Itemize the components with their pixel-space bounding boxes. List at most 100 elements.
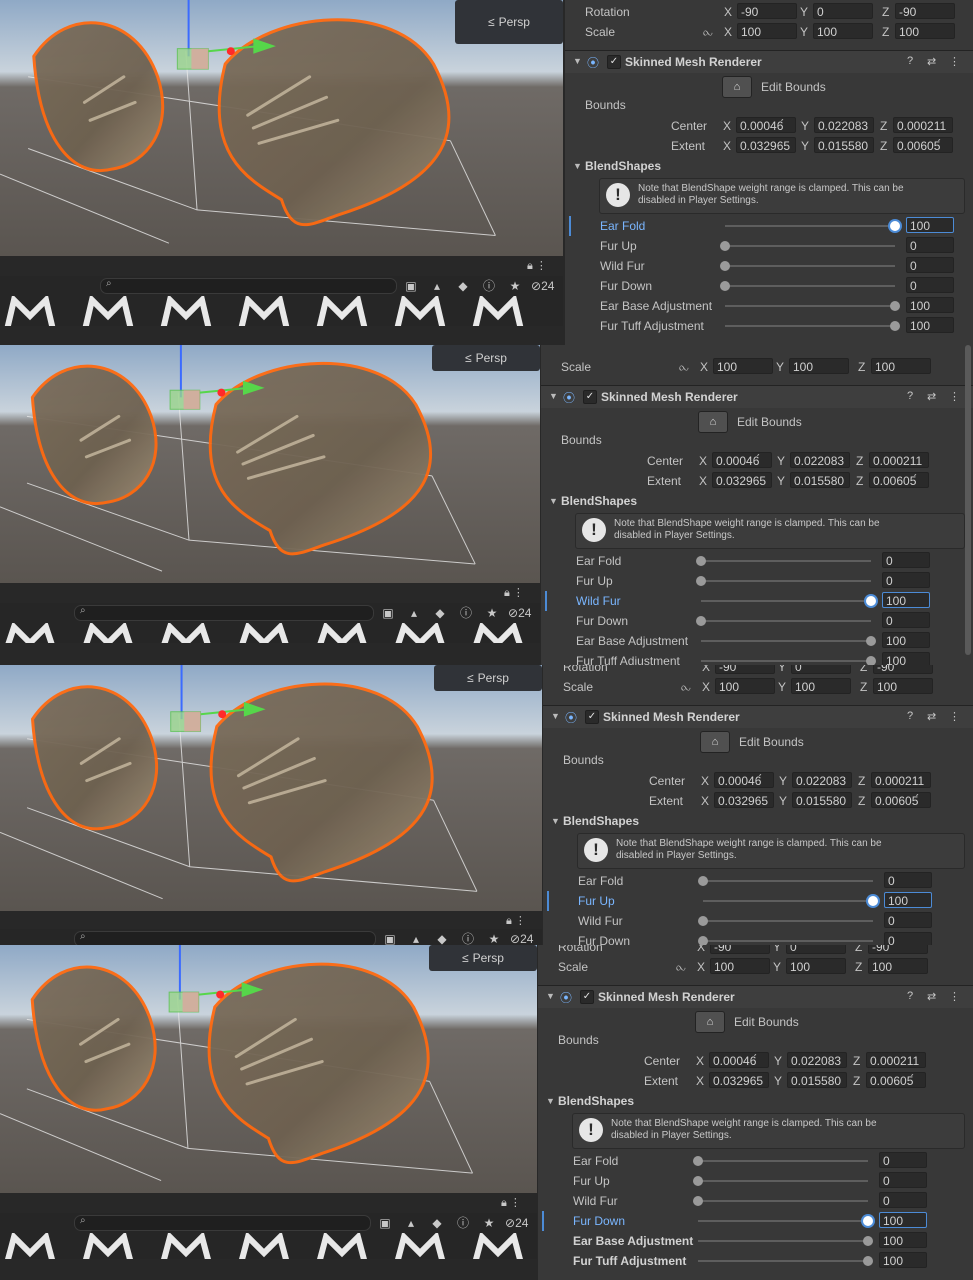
scale-row-x-field[interactable]: 100	[713, 358, 773, 374]
asset-thumbnail[interactable]	[4, 296, 56, 326]
blendshapes-foldout-arrow[interactable]: ▼	[551, 816, 560, 826]
blendshape-value-field[interactable]: 100	[882, 652, 930, 665]
asset-thumbnail[interactable]	[394, 623, 446, 643]
scene-filter-icon[interactable]: ▣	[382, 931, 398, 945]
lock-icon[interactable]: 🔒︎ ⋮	[504, 586, 524, 600]
blendshape-value-field[interactable]: 0	[882, 612, 930, 628]
scene-view[interactable]	[0, 945, 537, 1193]
blendshape-value-field[interactable]: 0	[882, 572, 930, 588]
scale-row-x-field[interactable]: 100	[715, 678, 775, 694]
asset-thumbnail[interactable]	[394, 296, 446, 326]
alert-icon[interactable]: ⓘ	[455, 1215, 471, 1231]
blendshape-row[interactable]: Fur Down 0	[565, 276, 973, 296]
center-row-y-field[interactable]: 0.022083	[790, 452, 850, 468]
blendshape-value-field[interactable]: 0	[879, 1152, 927, 1168]
presets-icon[interactable]: ⇄	[927, 390, 936, 403]
blendshapes-header[interactable]: ▼ BlendShapes	[541, 491, 973, 511]
blendshape-slider-knob[interactable]	[890, 221, 900, 231]
rotation-row-z-field[interactable]: -90	[895, 3, 955, 19]
blendshape-slider-knob[interactable]	[866, 596, 876, 606]
help-icon[interactable]: ?	[907, 390, 913, 402]
blendshape-value-field[interactable]: 0	[879, 1172, 927, 1188]
blendshape-slider-track[interactable]	[725, 265, 895, 267]
asset-thumbnail[interactable]	[82, 296, 134, 326]
link-scale-icon[interactable]: ⧜	[703, 25, 713, 40]
edit-bounds-button[interactable]: ⌂	[698, 411, 728, 433]
extent-row-z-field[interactable]: 0.00605́	[866, 1072, 926, 1088]
blendshape-slider-track[interactable]	[701, 560, 871, 562]
blendshape-value-field[interactable]: 100	[879, 1252, 927, 1268]
tag-icon[interactable]: ◆	[432, 605, 448, 621]
inspector-scrollbar[interactable]	[965, 345, 971, 655]
blendshape-row[interactable]: Fur Up 0	[565, 236, 973, 256]
link-scale-icon[interactable]: ⧜	[676, 960, 686, 975]
rotation-row-x-field[interactable]: -90	[715, 665, 775, 674]
center-row-z-field[interactable]: 0.000211	[893, 117, 953, 133]
extent-row-z-field[interactable]: 0.00605́	[869, 472, 929, 488]
blendshape-row[interactable]: Fur Down 0	[543, 931, 973, 945]
blendshape-slider-track[interactable]	[703, 880, 873, 882]
blendshape-slider-knob[interactable]	[696, 616, 706, 626]
scene-view[interactable]	[0, 665, 542, 911]
kebab-icon[interactable]: ⋮	[949, 390, 960, 403]
blendshape-row[interactable]: Fur Up 100	[543, 891, 973, 911]
blendshape-row[interactable]: Ear Base Adjustment 100	[541, 631, 973, 651]
blendshape-slider-knob[interactable]	[863, 1216, 873, 1226]
blendshape-row[interactable]: Wild Fur 0	[538, 1191, 973, 1211]
blendshape-slider-track[interactable]	[698, 1200, 868, 1202]
blendshape-slider-knob[interactable]	[866, 656, 876, 665]
blendshape-row[interactable]: Ear Base Adjustment 100	[538, 1231, 973, 1251]
kebab-icon[interactable]: ⋮	[949, 55, 960, 68]
asset-thumbnail[interactable]	[4, 623, 56, 643]
asset-thumbnail[interactable]	[82, 623, 134, 643]
rotation-row-z-field[interactable]: -90	[873, 665, 933, 674]
blendshape-value-field[interactable]: 0	[906, 237, 954, 253]
blendshape-value-field[interactable]: 100	[906, 317, 954, 333]
blendshape-slider-knob[interactable]	[863, 1236, 873, 1246]
blendshape-value-field[interactable]: 100	[906, 217, 954, 233]
blendshape-row[interactable]: Ear Fold 0	[538, 1151, 973, 1171]
scale-row-y-field[interactable]: 100	[791, 678, 851, 694]
help-icon[interactable]: ?	[907, 990, 913, 1002]
blendshape-slider-track[interactable]	[698, 1160, 868, 1162]
blendshape-slider-knob[interactable]	[698, 916, 708, 926]
shapes-icon[interactable]: ▴	[403, 1215, 419, 1231]
asset-thumbnail[interactable]	[316, 623, 368, 643]
blendshape-slider-knob[interactable]	[866, 636, 876, 646]
asset-thumbnail[interactable]	[238, 623, 290, 643]
link-scale-icon[interactable]: ⧜	[679, 360, 689, 375]
scale-row-x-field[interactable]: 100	[710, 958, 770, 974]
star-icon[interactable]: ★	[507, 278, 523, 294]
blendshape-slider-track[interactable]	[703, 940, 873, 942]
search-input[interactable]: ⌕	[74, 605, 374, 621]
blendshape-value-field[interactable]: 0	[882, 552, 930, 568]
blendshape-value-field[interactable]: 100	[879, 1212, 927, 1228]
foldout-arrow[interactable]: ▼	[573, 56, 582, 66]
rotation-row-y-field[interactable]: 0	[813, 3, 873, 19]
blendshape-row[interactable]: Ear Fold 0	[541, 551, 973, 571]
asset-thumbnail[interactable]	[160, 1233, 212, 1259]
rotation-row-x-field[interactable]: -90	[737, 3, 797, 19]
rotation-row-y-field[interactable]: 0	[791, 665, 851, 674]
scale-row-z-field[interactable]: 100	[895, 23, 955, 39]
extent-row-x-field[interactable]: 0.032965	[736, 137, 796, 153]
scene-filter-icon[interactable]: ▣	[403, 278, 419, 294]
blendshape-value-field[interactable]: 0	[884, 932, 932, 945]
blendshape-value-field[interactable]: 100	[879, 1232, 927, 1248]
extent-row-y-field[interactable]: 0.015580	[814, 137, 874, 153]
asset-thumbnail[interactable]	[238, 296, 290, 326]
extent-row-z-field[interactable]: 0.00605́	[893, 137, 953, 153]
asset-thumbnail[interactable]	[472, 623, 524, 643]
blendshape-slider-knob[interactable]	[693, 1196, 703, 1206]
center-row-z-field[interactable]: 0.000211	[869, 452, 929, 468]
tag-icon[interactable]: ◆	[429, 1215, 445, 1231]
blendshape-slider-track[interactable]	[701, 600, 871, 602]
blendshape-row[interactable]: Fur Down 100	[538, 1211, 973, 1231]
scale-row-y-field[interactable]: 100	[813, 23, 873, 39]
persp-button[interactable]: ≤ Persp	[429, 945, 537, 971]
extent-row-x-field[interactable]: 0.032965	[712, 472, 772, 488]
extent-row-x-field[interactable]: 0.032965	[709, 1072, 769, 1088]
hidden-count[interactable]: ⊘24	[510, 932, 533, 945]
blendshape-slider-track[interactable]	[725, 225, 895, 227]
blendshape-slider-track[interactable]	[725, 245, 895, 247]
